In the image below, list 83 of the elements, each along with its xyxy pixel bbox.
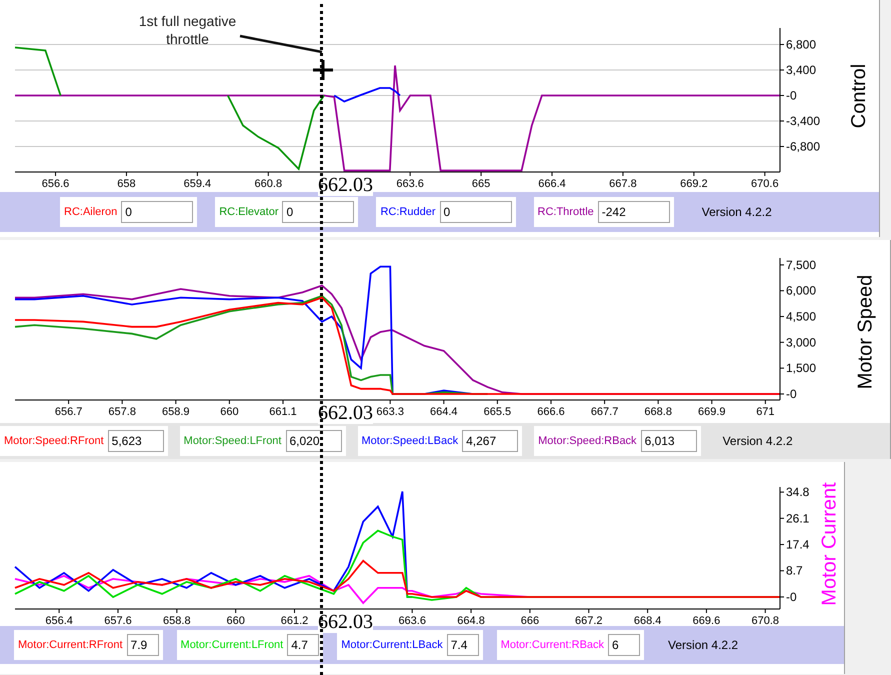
readout-label: RC:Rudder bbox=[380, 204, 436, 220]
tick-label: 34.8 bbox=[786, 485, 810, 500]
value-field[interactable]: 5,623 bbox=[108, 430, 164, 452]
value-field[interactable]: 0 bbox=[440, 201, 512, 223]
value-field[interactable]: 7.9 bbox=[126, 634, 159, 656]
readout-label: Motor:Current:RFront bbox=[18, 638, 123, 653]
axis-title: Motor Speed bbox=[854, 274, 878, 389]
tick-label: 8.7 bbox=[786, 564, 803, 578]
tick-label: 658.9 bbox=[162, 406, 190, 418]
tick-label: 17.4 bbox=[786, 538, 810, 552]
tick-label: 667.2 bbox=[574, 615, 603, 626]
tick-label: 6,000 bbox=[786, 284, 816, 298]
tick-label: 657.8 bbox=[108, 406, 136, 418]
tick-label: 660 bbox=[226, 615, 245, 626]
value-field[interactable]: -242 bbox=[598, 201, 670, 223]
crosshair-icon bbox=[312, 60, 334, 80]
version-label: Version 4.2.2 bbox=[668, 637, 738, 654]
tick-label: 669.6 bbox=[692, 615, 720, 626]
tick-label: 663.6 bbox=[396, 178, 424, 190]
value-field[interactable]: 4,267 bbox=[462, 430, 518, 452]
tick-label: 668.4 bbox=[634, 615, 662, 626]
tick-label: 666 bbox=[520, 615, 540, 626]
axis-title: Motor Current bbox=[818, 482, 842, 606]
tick-label: 1,500 bbox=[786, 361, 816, 376]
tick-label: 664.8 bbox=[457, 615, 485, 626]
tick-label: 4,500 bbox=[786, 310, 816, 324]
readout-label: Motor:Current:LBack bbox=[341, 638, 443, 653]
tick-label: -0 bbox=[786, 590, 797, 604]
tick-label: 656.4 bbox=[45, 615, 73, 626]
tick-label: 663.6 bbox=[398, 615, 426, 626]
tick-label: 671 bbox=[756, 406, 775, 418]
tick-label: -0 bbox=[786, 386, 797, 401]
tick-label: -6,800 bbox=[786, 140, 820, 154]
value-field[interactable]: 6,013 bbox=[640, 430, 697, 452]
tick-label: 666.4 bbox=[538, 178, 566, 190]
tick-label: 3,400 bbox=[786, 63, 816, 77]
tick-label: 658.8 bbox=[163, 615, 191, 626]
tick-label: 3,000 bbox=[786, 335, 816, 350]
tick-label: 7,500 bbox=[786, 258, 816, 272]
tick-label: 670.8 bbox=[752, 615, 780, 626]
readout-label: Motor:Current:RBack bbox=[500, 638, 604, 653]
readout-label: RC:Throttle bbox=[538, 204, 594, 220]
tick-label: 656.7 bbox=[54, 406, 82, 418]
value-field[interactable]: 6,020 bbox=[286, 430, 342, 452]
version-label: Version 4.2.2 bbox=[722, 433, 793, 450]
tick-label: 670.6 bbox=[751, 178, 779, 190]
value-field[interactable]: 6 bbox=[608, 634, 640, 656]
value-field[interactable]: 7.4 bbox=[446, 634, 479, 656]
tick-label: 657.6 bbox=[104, 615, 132, 626]
tick-label: 668.8 bbox=[644, 406, 672, 418]
tick-label: 666.6 bbox=[537, 406, 565, 418]
tick-label: 669.2 bbox=[680, 178, 708, 190]
tick-label: 660 bbox=[220, 406, 239, 418]
readout-label: Motor:Speed:LFront bbox=[184, 434, 282, 449]
value-field[interactable]: 0 bbox=[282, 201, 354, 223]
tick-label: 664.4 bbox=[430, 406, 458, 418]
tick-label: -3,400 bbox=[786, 114, 820, 128]
tick-label: 656.6 bbox=[42, 178, 70, 190]
tick-label: 669.9 bbox=[698, 406, 726, 418]
tick-label: 661.1 bbox=[269, 406, 297, 418]
value-field[interactable]: 4.7 bbox=[287, 634, 320, 656]
readout-label: Motor:Speed:LBack bbox=[362, 434, 458, 449]
tick-label: 658 bbox=[117, 178, 136, 190]
tick-label: 665 bbox=[472, 178, 490, 190]
tick-label: -0 bbox=[786, 88, 797, 102]
version-label: Version 4.2.2 bbox=[702, 204, 772, 221]
readout-label: RC:Aileron bbox=[64, 204, 118, 220]
tick-label: 665.5 bbox=[484, 406, 512, 418]
tick-label: 6,800 bbox=[786, 38, 816, 52]
readout-label: Motor:Current:LFront bbox=[180, 638, 284, 653]
readout-label: RC:Elevator bbox=[219, 204, 278, 220]
tick-label: 26.1 bbox=[786, 511, 810, 526]
tick-label: 667.8 bbox=[609, 178, 637, 190]
tick-label: 660.8 bbox=[254, 178, 282, 190]
tick-label: 667.7 bbox=[590, 406, 618, 418]
value-field[interactable]: 0 bbox=[121, 201, 194, 223]
tick-label: 661.2 bbox=[280, 615, 308, 626]
tick-label: 663.3 bbox=[376, 406, 404, 418]
readout-label: Motor:Speed:RBack bbox=[538, 434, 637, 449]
axis-title: Control bbox=[848, 64, 872, 128]
readout-label: Motor:Speed:RFront bbox=[4, 434, 104, 449]
tick-label: 659.4 bbox=[184, 178, 212, 190]
annotation-text: 1st full negative throttle bbox=[138, 12, 238, 48]
